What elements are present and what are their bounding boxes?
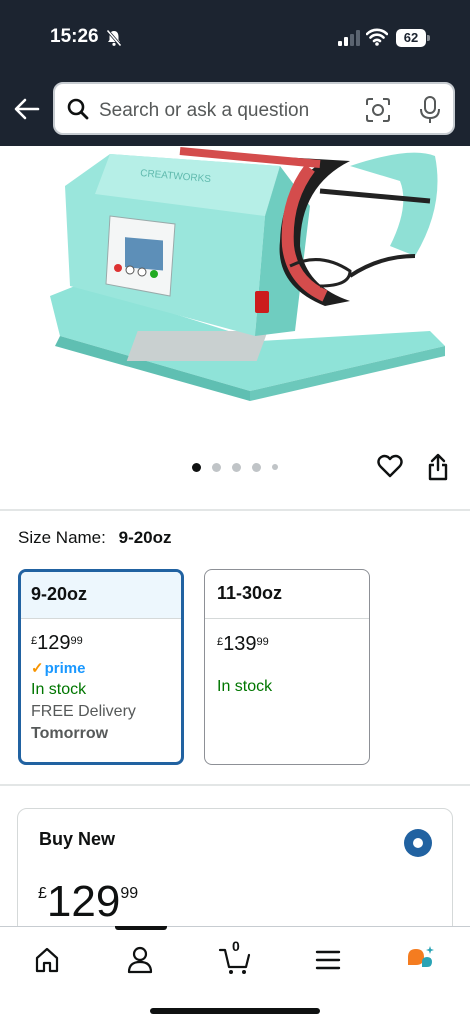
carousel-dot[interactable] bbox=[252, 462, 261, 472]
heart-icon[interactable] bbox=[377, 454, 403, 478]
account-icon[interactable] bbox=[123, 943, 157, 977]
arrow-left-icon bbox=[14, 98, 40, 120]
price-fraction: 99 bbox=[256, 636, 269, 648]
size-option-name: 9-20oz bbox=[21, 572, 181, 619]
buy-new-title: Buy New bbox=[39, 829, 116, 849]
signal-icon bbox=[338, 30, 360, 46]
status-bar: 15:26 62 bbox=[0, 0, 470, 76]
rufus-assistant-icon[interactable] bbox=[404, 943, 438, 977]
bell-muted-icon bbox=[106, 29, 122, 47]
camera-scan-icon[interactable] bbox=[365, 97, 391, 123]
prime-badge: ✓ prime bbox=[21, 655, 181, 678]
buy-new-price: £12999 bbox=[38, 877, 138, 927]
search-input[interactable]: Search or ask a question bbox=[99, 100, 309, 122]
home-indicator bbox=[150, 1008, 320, 1014]
size-selector-label: Size Name: 9-20oz bbox=[18, 528, 172, 548]
size-option-price: £13999 bbox=[205, 619, 369, 656]
share-icon[interactable] bbox=[427, 453, 449, 481]
size-selected-value: 9-20oz bbox=[118, 528, 172, 547]
size-option-price: £12999 bbox=[21, 619, 181, 655]
carousel-dot[interactable] bbox=[272, 464, 278, 470]
section-divider bbox=[0, 784, 470, 786]
price-fraction: 99 bbox=[70, 635, 83, 647]
size-option-name: 11-30oz bbox=[205, 570, 369, 619]
prime-label: prime bbox=[44, 659, 86, 677]
image-carousel-dots[interactable] bbox=[192, 462, 278, 472]
price-fraction: 99 bbox=[120, 885, 139, 902]
price-currency: £ bbox=[31, 635, 38, 647]
carousel-dot[interactable] bbox=[232, 462, 241, 472]
top-header: 15:26 62 Search or ask a question bbox=[0, 0, 470, 146]
price-whole: 129 bbox=[46, 877, 121, 926]
menu-icon[interactable] bbox=[311, 943, 345, 977]
product-image[interactable]: CREATWORKS bbox=[20, 146, 450, 416]
stock-status: In stock bbox=[217, 678, 273, 695]
section-divider bbox=[0, 509, 470, 511]
search-bar[interactable]: Search or ask a question bbox=[53, 82, 455, 135]
price-whole: 129 bbox=[37, 632, 71, 654]
delivery-info: FREE Delivery bbox=[31, 703, 136, 720]
back-button[interactable] bbox=[10, 92, 44, 126]
search-icon bbox=[67, 98, 89, 120]
size-option-11-30oz[interactable]: 11-30oz £13999 In stock bbox=[204, 569, 370, 765]
stock-status: In stock bbox=[31, 681, 87, 698]
prime-check-icon: ✓ bbox=[31, 660, 44, 677]
delivery-day: Tomorrow bbox=[31, 725, 109, 742]
buy-new-radio[interactable] bbox=[404, 829, 432, 857]
home-icon[interactable] bbox=[30, 943, 64, 977]
active-tab-indicator bbox=[115, 926, 167, 930]
carousel-dot-active[interactable] bbox=[192, 462, 201, 472]
size-label: Size Name: bbox=[18, 528, 106, 547]
size-option-9-20oz[interactable]: 9-20oz £12999 ✓ prime In stock FREE Deliv… bbox=[18, 569, 184, 765]
carousel-dot[interactable] bbox=[212, 462, 221, 472]
microphone-icon[interactable] bbox=[419, 96, 441, 124]
cart-count: 0 bbox=[232, 938, 240, 954]
price-currency: £ bbox=[38, 885, 47, 902]
price-currency: £ bbox=[217, 636, 224, 648]
battery-icon: 62 bbox=[396, 29, 430, 47]
price-whole: 139 bbox=[223, 633, 257, 655]
status-time: 15:26 bbox=[50, 26, 99, 47]
battery-level: 62 bbox=[403, 30, 419, 45]
wifi-icon bbox=[366, 28, 388, 46]
